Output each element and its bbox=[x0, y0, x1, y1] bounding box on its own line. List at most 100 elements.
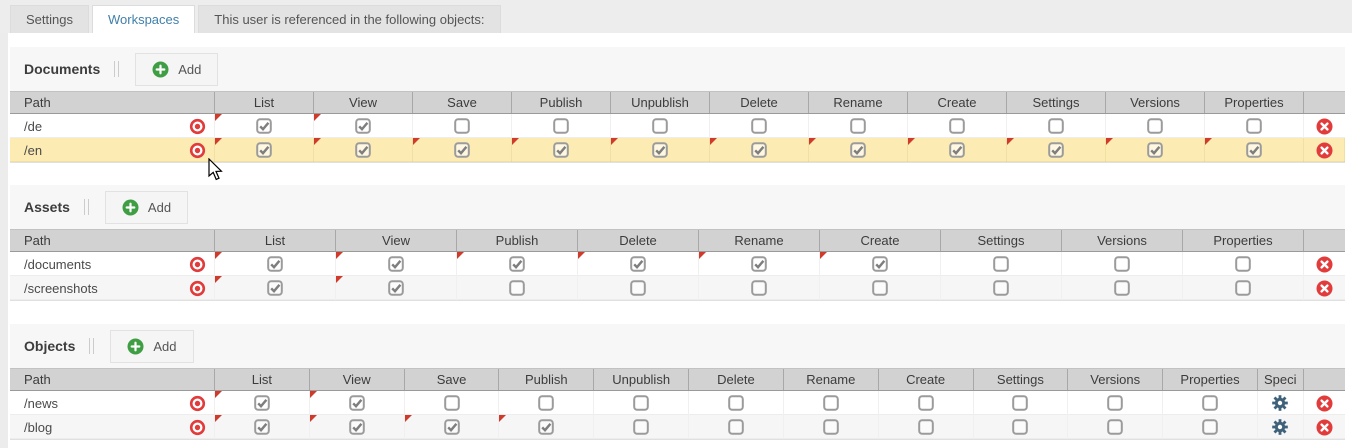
checkbox-checked[interactable] bbox=[751, 142, 767, 158]
row-delete-cell[interactable] bbox=[1304, 415, 1345, 439]
checkbox-checked[interactable] bbox=[267, 256, 283, 272]
add-button[interactable]: Add bbox=[105, 191, 188, 224]
locate-icon[interactable] bbox=[189, 395, 206, 412]
checkbox-unchecked[interactable] bbox=[652, 118, 668, 134]
checkbox-unchecked[interactable] bbox=[728, 395, 744, 411]
checkbox-checked[interactable] bbox=[256, 142, 272, 158]
column-header-view[interactable]: View bbox=[314, 92, 413, 113]
view-permission-cell[interactable] bbox=[310, 415, 405, 439]
column-header-path[interactable]: Path bbox=[10, 230, 215, 251]
checkbox-checked[interactable] bbox=[355, 118, 371, 134]
column-header-versions[interactable]: Versions bbox=[1106, 92, 1205, 113]
delete-permission-cell[interactable] bbox=[689, 391, 784, 415]
checkbox-unchecked[interactable] bbox=[1107, 419, 1123, 435]
column-header-publish[interactable]: Publish bbox=[457, 230, 578, 251]
row-delete-icon[interactable] bbox=[1316, 395, 1333, 412]
column-header-properties[interactable]: Properties bbox=[1163, 369, 1258, 390]
checkbox-unchecked[interactable] bbox=[538, 395, 554, 411]
row-delete-icon[interactable] bbox=[1316, 256, 1333, 273]
checkbox-checked[interactable] bbox=[1048, 142, 1064, 158]
unpublish-permission-cell[interactable] bbox=[611, 114, 710, 138]
row-delete-icon[interactable] bbox=[1316, 280, 1333, 297]
delete-permission-cell[interactable] bbox=[710, 138, 809, 162]
checkbox-checked[interactable] bbox=[388, 280, 404, 296]
checkbox-unchecked[interactable] bbox=[993, 280, 1009, 296]
delete-permission-cell[interactable] bbox=[578, 276, 699, 300]
unpublish-permission-cell[interactable] bbox=[611, 138, 710, 162]
add-button[interactable]: Add bbox=[110, 330, 193, 363]
checkbox-checked[interactable] bbox=[349, 419, 365, 435]
checkbox-unchecked[interactable] bbox=[1107, 395, 1123, 411]
view-permission-cell[interactable] bbox=[314, 138, 413, 162]
checkbox-unchecked[interactable] bbox=[633, 395, 649, 411]
column-header-create[interactable]: Create bbox=[820, 230, 941, 251]
tab-workspaces[interactable]: Workspaces bbox=[92, 5, 195, 33]
special-settings-cell[interactable] bbox=[1258, 391, 1304, 415]
column-header-delete[interactable]: Delete bbox=[689, 369, 784, 390]
checkbox-unchecked[interactable] bbox=[454, 118, 470, 134]
create-permission-cell[interactable] bbox=[820, 252, 941, 276]
checkbox-unchecked[interactable] bbox=[751, 280, 767, 296]
save-permission-cell[interactable] bbox=[413, 114, 512, 138]
rename-permission-cell[interactable] bbox=[784, 391, 879, 415]
column-header-create[interactable]: Create bbox=[908, 92, 1007, 113]
create-permission-cell[interactable] bbox=[879, 415, 974, 439]
checkbox-unchecked[interactable] bbox=[553, 118, 569, 134]
view-permission-cell[interactable] bbox=[314, 114, 413, 138]
checkbox-unchecked[interactable] bbox=[1114, 256, 1130, 272]
checkbox-checked[interactable] bbox=[388, 256, 404, 272]
publish-permission-cell[interactable] bbox=[499, 391, 594, 415]
column-header-publish[interactable]: Publish bbox=[512, 92, 611, 113]
settings-permission-cell[interactable] bbox=[1007, 138, 1106, 162]
checkbox-checked[interactable] bbox=[454, 142, 470, 158]
column-header-properties[interactable]: Properties bbox=[1205, 92, 1304, 113]
checkbox-checked[interactable] bbox=[349, 395, 365, 411]
row-delete-icon[interactable] bbox=[1316, 142, 1333, 159]
add-button[interactable]: Add bbox=[135, 53, 218, 86]
create-permission-cell[interactable] bbox=[820, 276, 941, 300]
checkbox-checked[interactable] bbox=[509, 256, 525, 272]
column-header-settings[interactable]: Settings bbox=[941, 230, 1062, 251]
path-cell[interactable]: /blog bbox=[10, 415, 215, 439]
checkbox-unchecked[interactable] bbox=[1048, 118, 1064, 134]
checkbox-checked[interactable] bbox=[872, 256, 888, 272]
checkbox-checked[interactable] bbox=[1246, 142, 1262, 158]
row-delete-cell[interactable] bbox=[1304, 252, 1345, 276]
checkbox-unchecked[interactable] bbox=[751, 118, 767, 134]
properties-permission-cell[interactable] bbox=[1163, 391, 1258, 415]
versions-permission-cell[interactable] bbox=[1062, 276, 1183, 300]
rename-permission-cell[interactable] bbox=[809, 114, 908, 138]
versions-permission-cell[interactable] bbox=[1062, 252, 1183, 276]
column-header-versions[interactable]: Versions bbox=[1068, 369, 1163, 390]
gear-icon[interactable] bbox=[1272, 395, 1288, 411]
checkbox-checked[interactable] bbox=[254, 395, 270, 411]
create-permission-cell[interactable] bbox=[908, 114, 1007, 138]
column-header-save[interactable]: Save bbox=[413, 92, 512, 113]
checkbox-checked[interactable] bbox=[444, 419, 460, 435]
publish-permission-cell[interactable] bbox=[457, 276, 578, 300]
path-cell[interactable]: /screenshots bbox=[10, 276, 215, 300]
special-settings-cell[interactable] bbox=[1258, 415, 1304, 439]
delete-permission-cell[interactable] bbox=[578, 252, 699, 276]
column-header-rename[interactable]: Rename bbox=[699, 230, 820, 251]
column-header-list[interactable]: List bbox=[215, 92, 314, 113]
checkbox-checked[interactable] bbox=[267, 280, 283, 296]
column-header-delete[interactable]: Delete bbox=[578, 230, 699, 251]
checkbox-unchecked[interactable] bbox=[728, 419, 744, 435]
list-permission-cell[interactable] bbox=[215, 415, 310, 439]
properties-permission-cell[interactable] bbox=[1183, 276, 1304, 300]
column-header-rename[interactable]: Rename bbox=[809, 92, 908, 113]
checkbox-unchecked[interactable] bbox=[872, 280, 888, 296]
checkbox-unchecked[interactable] bbox=[1147, 118, 1163, 134]
row-delete-icon[interactable] bbox=[1316, 419, 1333, 436]
checkbox-unchecked[interactable] bbox=[993, 256, 1009, 272]
checkbox-unchecked[interactable] bbox=[949, 118, 965, 134]
column-header-rename[interactable]: Rename bbox=[784, 369, 879, 390]
column-header-properties[interactable]: Properties bbox=[1183, 230, 1304, 251]
checkbox-checked[interactable] bbox=[751, 256, 767, 272]
rename-permission-cell[interactable] bbox=[699, 252, 820, 276]
checkbox-checked[interactable] bbox=[254, 419, 270, 435]
row-delete-cell[interactable] bbox=[1304, 114, 1345, 138]
column-header-unpublish[interactable]: Unpublish bbox=[611, 92, 710, 113]
view-permission-cell[interactable] bbox=[336, 276, 457, 300]
